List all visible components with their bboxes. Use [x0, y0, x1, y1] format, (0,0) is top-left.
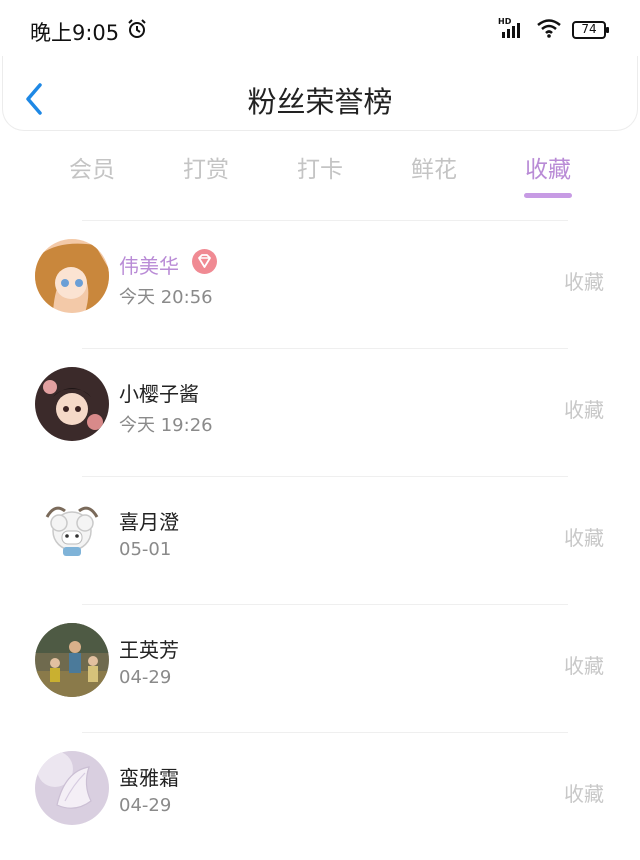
fan-name: 蛮雅霜: [119, 766, 179, 790]
favorite-label: 收藏: [564, 398, 604, 422]
list-item[interactable]: 王英芳 04-29 收藏: [0, 605, 640, 732]
fan-time: 04-29: [119, 667, 172, 688]
tab-checkin[interactable]: 打卡: [265, 150, 375, 184]
avatar: [35, 367, 109, 441]
diamond-icon: [192, 249, 217, 274]
battery-level: 74: [581, 22, 597, 36]
fan-time: 04-29: [119, 795, 172, 816]
avatar: [35, 495, 109, 569]
favorite-label: 收藏: [564, 526, 604, 550]
active-tab-indicator: [524, 193, 572, 198]
avatar: [35, 751, 109, 825]
list-item[interactable]: 小樱子酱 今天 19:26 收藏: [0, 349, 640, 476]
favorite-label: 收藏: [564, 270, 604, 294]
wifi-icon: [536, 18, 562, 42]
tab-reward[interactable]: 打赏: [151, 150, 261, 184]
page-title: 粉丝荣誉榜: [247, 85, 393, 119]
avatar: [35, 239, 109, 313]
status-time: 晚上9:05: [30, 21, 120, 45]
list-item[interactable]: 喜月澄 05-01 收藏: [0, 477, 640, 604]
favorite-label: 收藏: [564, 654, 604, 678]
fan-list: 伟美华 今天 20:56 收藏 小樱子酱 今天 19:26 收藏 喜月澄 05-…: [0, 220, 640, 860]
status-bar: 晚上9:05 HD 74: [0, 0, 640, 60]
avatar: [35, 623, 109, 697]
list-item[interactable]: 伟美华 今天 20:56 收藏: [0, 221, 640, 348]
fan-time: 今天 19:26: [119, 415, 213, 436]
favorite-label: 收藏: [564, 782, 604, 806]
header: 粉丝荣誉榜: [2, 56, 638, 131]
fan-name: 喜月澄: [119, 510, 179, 534]
alarm-icon: [127, 19, 147, 39]
battery-icon: 74: [572, 21, 610, 39]
tab-bar: 会员 打赏 打卡 鲜花 收藏: [0, 150, 640, 202]
fan-name: 王英芳: [119, 638, 179, 662]
fan-name: 伟美华: [119, 254, 179, 278]
status-icons: HD 74: [498, 17, 610, 42]
signal-icon: HD: [498, 17, 526, 40]
tab-flowers[interactable]: 鲜花: [379, 150, 489, 184]
list-item[interactable]: 蛮雅霜 04-29 收藏: [0, 733, 640, 860]
tab-favorites[interactable]: 收藏: [493, 150, 603, 184]
fan-name: 小樱子酱: [119, 382, 199, 406]
tab-member[interactable]: 会员: [37, 150, 147, 184]
fan-time: 今天 20:56: [119, 287, 213, 308]
fan-time: 05-01: [119, 539, 172, 560]
